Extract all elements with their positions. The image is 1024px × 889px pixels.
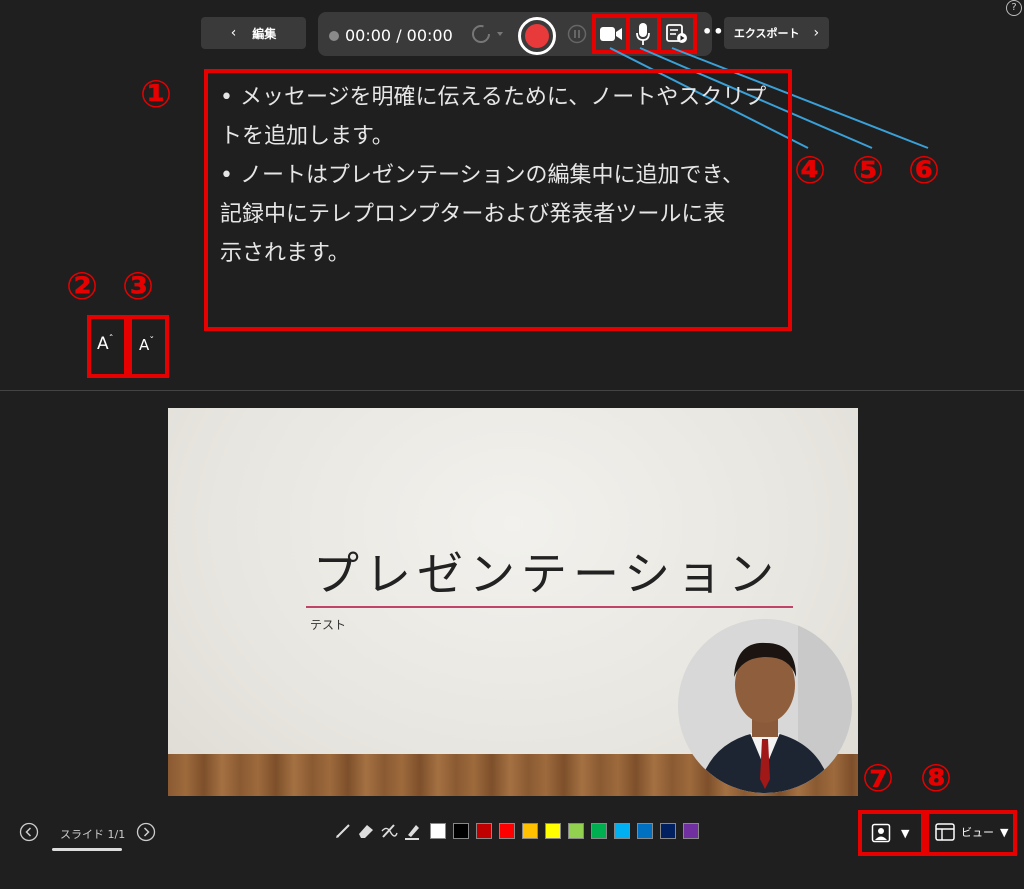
slide-thumbnail-indicator[interactable]: [52, 848, 122, 851]
dropdown-arrow-icon: ▼: [1000, 825, 1009, 839]
camera-mode-dropdown[interactable]: ▼: [871, 823, 909, 843]
annotation-5: ⑤: [852, 148, 885, 192]
previous-slide-icon[interactable]: [19, 822, 39, 842]
annotation-3: ③: [122, 264, 155, 308]
font-increase-button[interactable]: Aˆ: [97, 334, 114, 354]
notes-editor[interactable]: • メッセージを明確に伝えるために、ノートやスクリプ トを追加します。 • ノー…: [220, 78, 780, 273]
color-swatch[interactable]: [660, 823, 676, 839]
camera-mode-icon: [871, 823, 891, 843]
slide-title: プレゼンテーション: [313, 547, 781, 601]
color-swatch[interactable]: [683, 823, 699, 839]
font-decrease-button[interactable]: Aˇ: [139, 336, 154, 354]
panel-divider: [0, 390, 1024, 391]
camera-preview[interactable]: [678, 619, 852, 793]
annotation-2: ②: [66, 264, 99, 308]
eraser-icon[interactable]: [356, 822, 376, 840]
color-swatch[interactable]: [614, 823, 630, 839]
color-swatch[interactable]: [499, 823, 515, 839]
color-swatch[interactable]: [545, 823, 561, 839]
notes-line: 記録中にテレプロンプターおよび発表者ツールに表: [220, 202, 726, 227]
annotation-4: ④: [794, 148, 827, 192]
highlighter-icon[interactable]: [402, 821, 422, 841]
annotation-7: ⑦: [862, 756, 895, 800]
ink-color-palette: [430, 823, 706, 839]
font-decrease-label: A: [139, 336, 150, 354]
annotation-6: ⑥: [908, 148, 941, 192]
view-dropdown[interactable]: ビュー ▼: [935, 823, 1008, 841]
layout-icon: [935, 823, 955, 841]
slide-counter: スライド 1/1: [60, 828, 126, 841]
color-swatch[interactable]: [476, 823, 492, 839]
color-swatch[interactable]: [430, 823, 446, 839]
caret-up-icon: ˆ: [108, 334, 114, 345]
font-increase-label: A: [97, 334, 109, 354]
slide-title-underline: [306, 606, 793, 608]
notes-line: 示されます。: [220, 241, 350, 266]
color-swatch[interactable]: [591, 823, 607, 839]
pen-icon[interactable]: [334, 822, 352, 840]
notes-line: • ノートはプレゼンテーションの編集中に追加でき、: [220, 163, 744, 188]
color-swatch[interactable]: [637, 823, 653, 839]
notes-line: • メッセージを明確に伝えるために、ノートやスクリプ: [220, 85, 767, 110]
next-slide-icon[interactable]: [136, 822, 156, 842]
view-label: ビュー: [961, 826, 994, 839]
annotation-1: ①: [140, 72, 173, 116]
slide-subtitle: テスト: [310, 618, 347, 632]
color-swatch[interactable]: [568, 823, 584, 839]
clear-ink-icon[interactable]: [379, 821, 399, 841]
color-swatch[interactable]: [522, 823, 538, 839]
caret-down-icon: ˇ: [149, 336, 155, 347]
dropdown-arrow-icon: ▼: [901, 826, 910, 840]
notes-line: トを追加します。: [220, 124, 394, 149]
annotation-8: ⑧: [920, 756, 953, 800]
color-swatch[interactable]: [453, 823, 469, 839]
